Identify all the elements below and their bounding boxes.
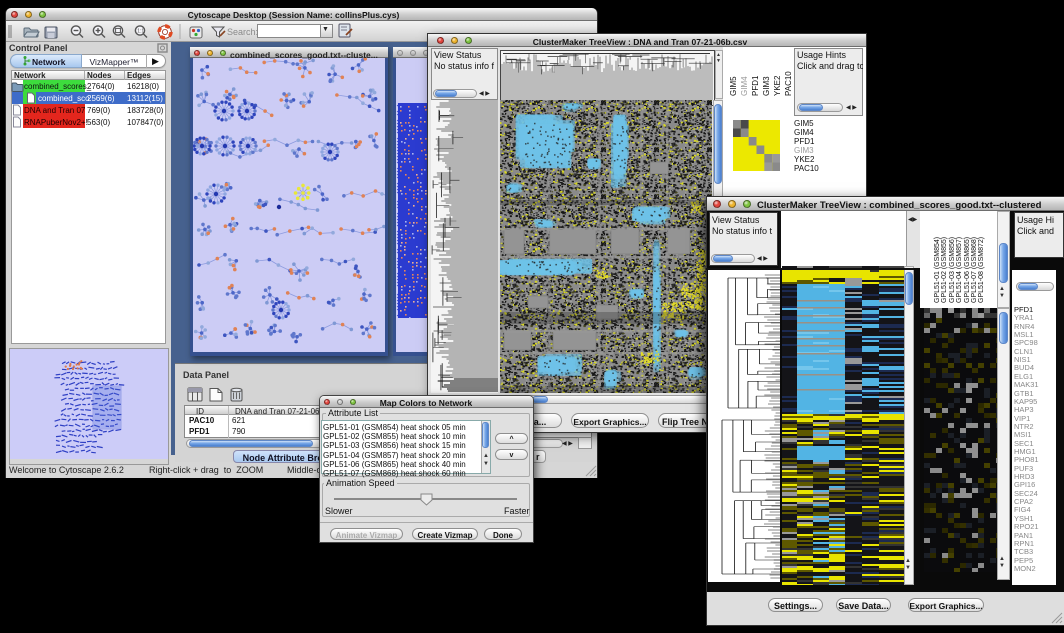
svg-text:1:1: 1:1 xyxy=(137,29,144,35)
